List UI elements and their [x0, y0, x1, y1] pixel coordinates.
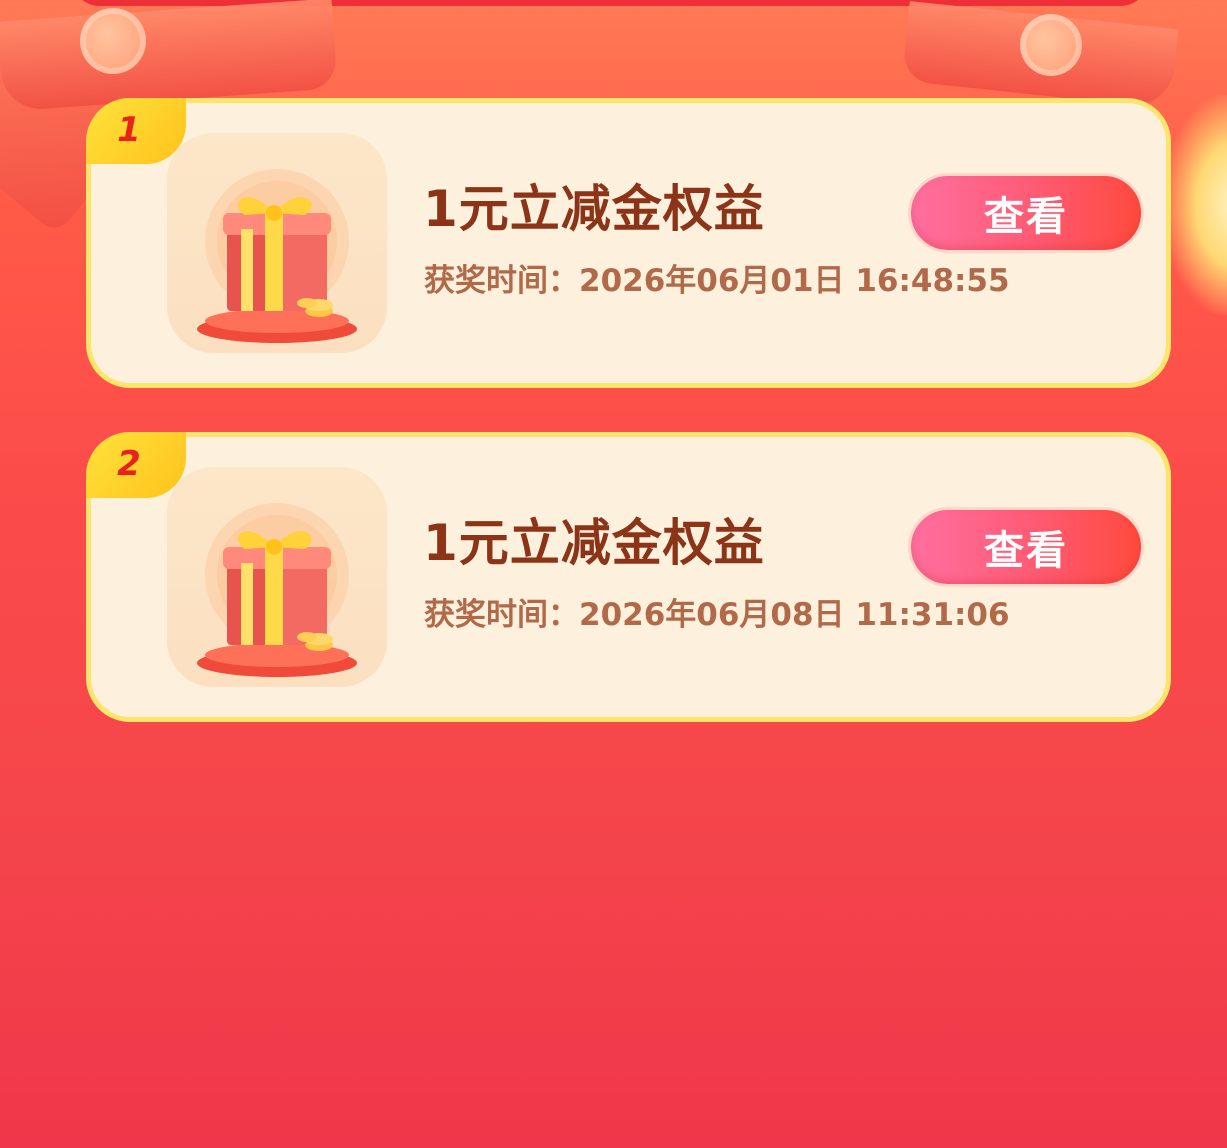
award-time: 获奖时间：2026年06月08日 11:31:06	[424, 597, 1010, 633]
view-button[interactable]: 查看	[908, 173, 1144, 253]
view-button[interactable]: 查看	[908, 507, 1144, 587]
rank-number: 1	[117, 110, 141, 150]
top-banner-edge	[70, 0, 1150, 6]
gold-coin-glow-decoration	[1165, 95, 1227, 315]
prize-card: 1 1元立减金权益 获奖时间：2026年06月01日 16:48:55 查看	[86, 98, 1171, 388]
prize-card: 2 1元立减金权益 获奖时间：2026年06月08日 11:31:06 查看	[86, 432, 1171, 722]
prize-title: 1元立减金权益	[423, 514, 765, 572]
coin-decoration-icon	[1020, 14, 1082, 76]
red-envelope-decoration	[0, 0, 338, 112]
coin-decoration-icon	[80, 8, 146, 74]
award-time: 获奖时间：2026年06月01日 16:48:55	[424, 263, 1010, 299]
rank-number: 2	[117, 444, 141, 484]
gift-box-icon	[167, 133, 387, 353]
red-envelope-decoration	[901, 1, 1179, 109]
prize-title: 1元立减金权益	[423, 180, 765, 238]
gift-box-icon	[167, 467, 387, 687]
